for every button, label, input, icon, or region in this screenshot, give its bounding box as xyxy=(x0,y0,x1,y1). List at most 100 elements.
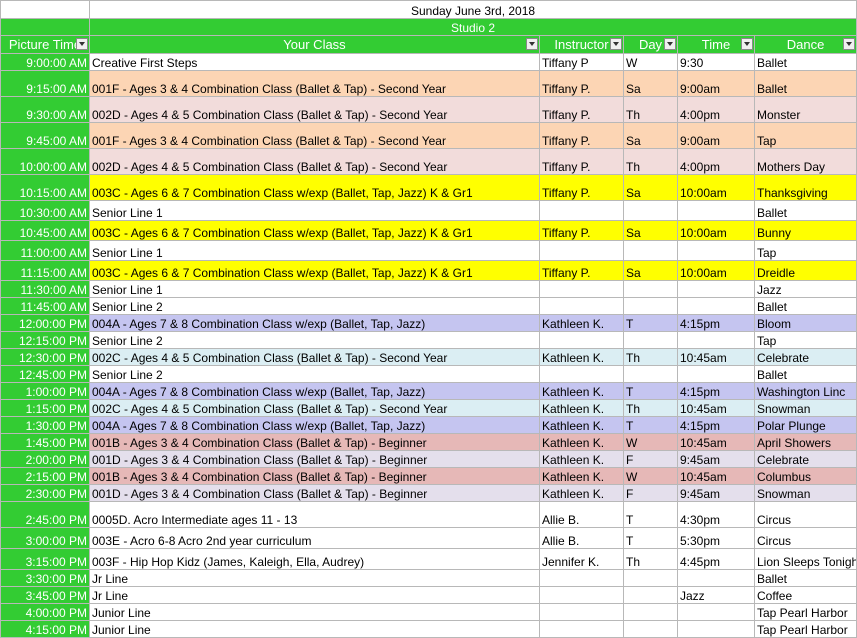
cell-dance[interactable]: April Showers xyxy=(753,433,857,451)
header-picture-time[interactable]: Picture Time xyxy=(0,35,90,54)
cell-dance[interactable]: Celebrate xyxy=(753,348,857,366)
cell-class-time[interactable] xyxy=(677,603,755,621)
cell-instructor[interactable] xyxy=(539,603,624,621)
cell-instructor[interactable]: Kathleen K. xyxy=(539,314,624,332)
cell-instructor[interactable]: Kathleen K. xyxy=(539,467,624,485)
cell-your-class[interactable]: 003E - Acro 6-8 Acro 2nd year curriculum xyxy=(89,527,540,549)
cell-your-class[interactable]: 001B - Ages 3 & 4 Combination Class (Bal… xyxy=(89,467,540,485)
cell-picture-time[interactable]: 12:15:00 PM xyxy=(0,331,90,349)
cell-picture-time[interactable]: 12:00:00 PM xyxy=(0,314,90,332)
cell-picture-time[interactable]: 9:15:00 AM xyxy=(0,70,90,97)
cell-instructor[interactable]: Allie B. xyxy=(539,501,624,528)
title-corner-cell[interactable] xyxy=(0,0,90,19)
cell-instructor[interactable] xyxy=(539,620,624,638)
cell-day[interactable]: W xyxy=(623,433,678,451)
cell-dance[interactable]: Mothers Day xyxy=(753,148,857,175)
cell-dance[interactable]: Circus xyxy=(753,527,857,549)
cell-day[interactable]: F xyxy=(623,450,678,468)
cell-your-class[interactable]: 003F - Hip Hop Kidz (James, Kaleigh, Ell… xyxy=(89,548,540,570)
cell-picture-time[interactable]: 1:15:00 PM xyxy=(0,399,90,417)
cell-class-time[interactable] xyxy=(677,620,755,638)
cell-your-class[interactable]: Senior Line 2 xyxy=(89,297,540,315)
cell-picture-time[interactable]: 11:30:00 AM xyxy=(0,280,90,298)
cell-your-class[interactable]: 001F - Ages 3 & 4 Combination Class (Bal… xyxy=(89,122,540,149)
cell-class-time[interactable] xyxy=(677,297,755,315)
cell-picture-time[interactable]: 10:30:00 AM xyxy=(0,200,90,221)
cell-picture-time[interactable]: 3:15:00 PM xyxy=(0,548,90,570)
cell-instructor[interactable]: Kathleen K. xyxy=(539,399,624,417)
cell-dance[interactable]: Tap Pearl Harbor xyxy=(753,603,857,621)
cell-instructor[interactable]: Kathleen K. xyxy=(539,382,624,400)
cell-picture-time[interactable]: 3:00:00 PM xyxy=(0,527,90,549)
cell-class-time[interactable]: 10:00am xyxy=(677,220,755,241)
cell-dance[interactable]: Polar Plunge xyxy=(753,416,857,434)
cell-dance[interactable]: Ballet xyxy=(753,569,857,587)
cell-picture-time[interactable]: 1:45:00 PM xyxy=(0,433,90,451)
cell-class-time[interactable] xyxy=(677,331,755,349)
cell-day[interactable]: T xyxy=(623,527,678,549)
cell-dance[interactable]: Ballet xyxy=(753,53,857,71)
cell-your-class[interactable]: Senior Line 2 xyxy=(89,331,540,349)
cell-class-time[interactable] xyxy=(677,240,755,261)
cell-class-time[interactable]: 4:45pm xyxy=(677,548,755,570)
cell-dance[interactable]: Tap Pearl Harbor xyxy=(753,620,857,638)
studio-corner-cell[interactable] xyxy=(0,18,90,36)
cell-your-class[interactable]: 002C - Ages 4 & 5 Combination Class (Bal… xyxy=(89,399,540,417)
cell-class-time[interactable]: 9:00am xyxy=(677,122,755,149)
cell-day[interactable]: Th xyxy=(623,548,678,570)
filter-dropdown-icon[interactable] xyxy=(610,38,622,50)
cell-dance[interactable]: Tap xyxy=(753,331,857,349)
cell-instructor[interactable]: Kathleen K. xyxy=(539,450,624,468)
cell-day[interactable]: W xyxy=(623,53,678,71)
cell-day[interactable] xyxy=(623,331,678,349)
cell-dance[interactable]: Thanksgiving xyxy=(753,174,857,201)
cell-instructor[interactable] xyxy=(539,586,624,604)
cell-day[interactable] xyxy=(623,297,678,315)
cell-your-class[interactable]: 0005D. Acro Intermediate ages 11 - 13 xyxy=(89,501,540,528)
cell-dance[interactable]: Dreidle xyxy=(753,260,857,281)
cell-your-class[interactable]: 002D - Ages 4 & 5 Combination Class (Bal… xyxy=(89,96,540,123)
cell-day[interactable] xyxy=(623,586,678,604)
cell-dance[interactable]: Coffee xyxy=(753,586,857,604)
cell-your-class[interactable]: 001D - Ages 3 & 4 Combination Class (Bal… xyxy=(89,450,540,468)
cell-day[interactable]: Sa xyxy=(623,220,678,241)
cell-instructor[interactable]: Tiffany P. xyxy=(539,96,624,123)
cell-instructor[interactable] xyxy=(539,280,624,298)
cell-dance[interactable]: Circus xyxy=(753,501,857,528)
cell-dance[interactable]: Ballet xyxy=(753,70,857,97)
cell-your-class[interactable]: Junior Line xyxy=(89,620,540,638)
cell-your-class[interactable]: 004A - Ages 7 & 8 Combination Class w/ex… xyxy=(89,382,540,400)
cell-class-time[interactable] xyxy=(677,569,755,587)
cell-your-class[interactable]: 003C - Ages 6 & 7 Combination Class w/ex… xyxy=(89,174,540,201)
header-instructor[interactable]: Instructor xyxy=(539,35,624,54)
cell-instructor[interactable]: Jennifer K. xyxy=(539,548,624,570)
cell-day[interactable] xyxy=(623,365,678,383)
cell-instructor[interactable]: Kathleen K. xyxy=(539,348,624,366)
cell-dance[interactable]: Monster xyxy=(753,96,857,123)
cell-instructor[interactable]: Tiffany P xyxy=(539,53,624,71)
cell-picture-time[interactable]: 11:15:00 AM xyxy=(0,260,90,281)
cell-class-time[interactable]: 10:00am xyxy=(677,260,755,281)
cell-class-time[interactable]: 4:30pm xyxy=(677,501,755,528)
cell-picture-time[interactable]: 1:30:00 PM xyxy=(0,416,90,434)
filter-dropdown-icon[interactable] xyxy=(664,38,676,50)
cell-your-class[interactable]: 002D - Ages 4 & 5 Combination Class (Bal… xyxy=(89,148,540,175)
cell-your-class[interactable]: Senior Line 1 xyxy=(89,240,540,261)
cell-class-time[interactable]: 4:15pm xyxy=(677,382,755,400)
cell-your-class[interactable]: Junior Line xyxy=(89,603,540,621)
cell-instructor[interactable]: Tiffany P. xyxy=(539,148,624,175)
cell-dance[interactable]: Washington Linc xyxy=(753,382,857,400)
cell-your-class[interactable]: Senior Line 1 xyxy=(89,280,540,298)
cell-your-class[interactable]: 002C - Ages 4 & 5 Combination Class (Bal… xyxy=(89,348,540,366)
cell-class-time[interactable]: 9:00am xyxy=(677,70,755,97)
cell-instructor[interactable] xyxy=(539,365,624,383)
cell-day[interactable]: T xyxy=(623,382,678,400)
cell-picture-time[interactable]: 10:00:00 AM xyxy=(0,148,90,175)
cell-picture-time[interactable]: 9:30:00 AM xyxy=(0,96,90,123)
cell-picture-time[interactable]: 9:00:00 AM xyxy=(0,53,90,71)
cell-day[interactable] xyxy=(623,240,678,261)
cell-dance[interactable]: Bloom xyxy=(753,314,857,332)
cell-instructor[interactable]: Tiffany P. xyxy=(539,260,624,281)
cell-class-time[interactable] xyxy=(677,200,755,221)
sheet-title[interactable]: Sunday June 3rd, 2018 xyxy=(88,0,857,19)
